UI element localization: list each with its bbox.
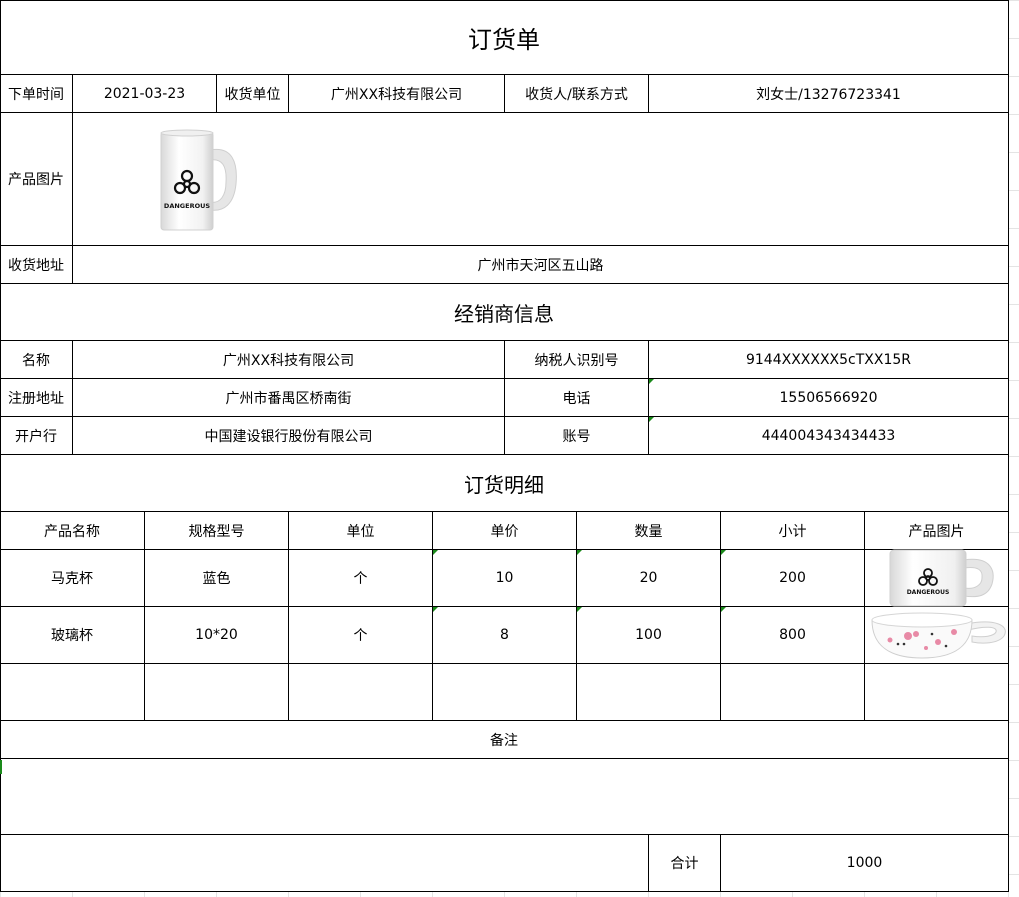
account-value[interactable]: 444004343434433 — [649, 417, 1009, 455]
table-row-2-price[interactable]: 8 — [433, 607, 577, 664]
phone-label: 电话 — [505, 379, 649, 417]
bank-value[interactable]: 中国建设银行股份有限公司 — [73, 417, 505, 455]
tax-id-label: 纳税人识别号 — [505, 341, 649, 379]
col-header-name: 产品名称 — [0, 512, 145, 550]
col-header-subtotal: 小计 — [721, 512, 865, 550]
order-date-label: 下单时间 — [0, 75, 73, 113]
tax-id-value[interactable]: 9144XXXXXX5cTXX15R — [649, 341, 1009, 379]
total-blank-cell[interactable] — [0, 835, 649, 892]
table-row-1-name[interactable]: 马克杯 — [0, 550, 145, 607]
address-value[interactable]: 广州市天河区五山路 — [73, 246, 1009, 284]
table-row-2-unit[interactable]: 个 — [289, 607, 433, 664]
col-header-price: 单价 — [433, 512, 577, 550]
account-label: 账号 — [505, 417, 649, 455]
table-row-1-spec[interactable]: 蓝色 — [145, 550, 289, 607]
table-row-3-spec[interactable] — [145, 664, 289, 721]
table-row-1-qty[interactable]: 20 — [577, 550, 721, 607]
details-heading: 订货明细 — [0, 455, 1009, 512]
table-row-3-qty[interactable] — [577, 664, 721, 721]
table-row-2-qty[interactable]: 100 — [577, 607, 721, 664]
bank-label: 开户行 — [0, 417, 73, 455]
table-row-3-name[interactable] — [0, 664, 145, 721]
table-row-2-subtotal[interactable]: 800 — [721, 607, 865, 664]
cell-marker — [0, 760, 2, 774]
recipient-unit-label: 收货单位 — [217, 75, 289, 113]
contact-value[interactable]: 刘女士/13276723341 — [649, 75, 1009, 113]
table-row-2-spec[interactable]: 10*20 — [145, 607, 289, 664]
total-label: 合计 — [649, 835, 721, 892]
table-row-1-unit[interactable]: 个 — [289, 550, 433, 607]
table-row-3-subtotal[interactable] — [721, 664, 865, 721]
col-header-qty: 数量 — [577, 512, 721, 550]
remarks-content[interactable] — [0, 759, 1009, 835]
mug-print: DANGEROUS — [907, 589, 950, 596]
dealer-name-label: 名称 — [0, 341, 73, 379]
page-title: 订货单 — [0, 0, 1009, 75]
cup-image[interactable] — [868, 610, 1010, 662]
mug-image[interactable]: DANGEROUS — [886, 548, 996, 608]
table-row-3-unit[interactable] — [289, 664, 433, 721]
table-row-3-image-cell[interactable] — [865, 664, 1009, 721]
col-header-unit: 单位 — [289, 512, 433, 550]
order-date-value[interactable]: 2021-03-23 — [73, 75, 217, 113]
tall-mug-print: DANGEROUS — [164, 202, 210, 210]
reg-address-label: 注册地址 — [0, 379, 73, 417]
total-value[interactable]: 1000 — [721, 835, 1009, 892]
dealer-heading: 经销商信息 — [0, 284, 1009, 341]
reg-address-value[interactable]: 广州市番禺区桥南街 — [73, 379, 505, 417]
col-header-image: 产品图片 — [865, 512, 1009, 550]
col-header-spec: 规格型号 — [145, 512, 289, 550]
recipient-unit-value[interactable]: 广州XX科技有限公司 — [289, 75, 505, 113]
table-top-border — [0, 0, 1009, 1]
table-row-2-name[interactable]: 玻璃杯 — [0, 607, 145, 664]
table-row-1-subtotal[interactable]: 200 — [721, 550, 865, 607]
dealer-name-value[interactable]: 广州XX科技有限公司 — [73, 341, 505, 379]
table-row-1-price[interactable]: 10 — [433, 550, 577, 607]
phone-value[interactable]: 15506566920 — [649, 379, 1009, 417]
table-left-border — [0, 0, 1, 892]
product-image-label: 产品图片 — [0, 113, 73, 246]
contact-label: 收货人/联系方式 — [505, 75, 649, 113]
remarks-label: 备注 — [0, 721, 1009, 759]
tall-mug-image[interactable]: DANGEROUS — [158, 128, 238, 232]
table-row-3-price[interactable] — [433, 664, 577, 721]
address-label: 收货地址 — [0, 246, 73, 284]
